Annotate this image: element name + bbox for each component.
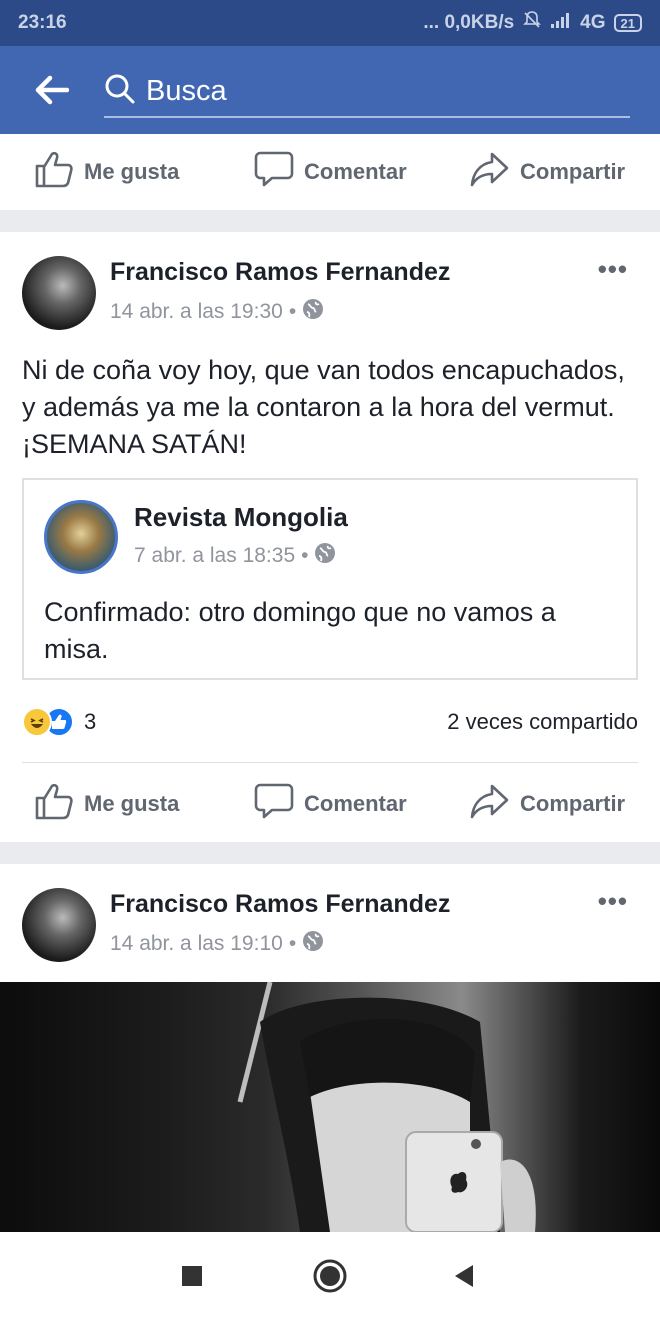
post-card: Francisco Ramos Fernandez 14 abr. a las …	[0, 864, 660, 982]
shared-post-date[interactable]: 7 abr. a las 18:35	[134, 544, 295, 568]
battery-level: 21	[620, 15, 635, 31]
globe-icon	[302, 930, 324, 958]
avatar[interactable]	[22, 888, 96, 962]
search-icon	[104, 73, 136, 110]
comment-bubble-icon	[254, 150, 294, 194]
like-label: Me gusta	[84, 791, 180, 816]
comment-bubble-icon	[254, 782, 294, 826]
thumbs-up-icon	[34, 150, 74, 194]
globe-icon	[314, 542, 336, 570]
share-button[interactable]: Compartir	[470, 150, 625, 194]
status-indicators: ... 0,0KB/s 4G 21	[423, 10, 642, 36]
shared-post-text: Confirmado: otro domingo que no vamos a …	[44, 597, 556, 664]
status-time: 23:16	[18, 12, 67, 33]
comment-button[interactable]: Comentar	[254, 782, 407, 826]
share-count[interactable]: 2 veces compartido	[447, 709, 638, 735]
recent-apps-icon[interactable]	[172, 1256, 212, 1296]
shared-post-meta: 7 abr. a las 18:35 •	[134, 542, 336, 570]
shared-post[interactable]: Revista Mongolia 7 abr. a las 18:35 • Co…	[22, 478, 638, 680]
separator-dot: •	[301, 544, 309, 567]
post-author[interactable]: Francisco Ramos Fernandez	[110, 890, 450, 919]
reaction-icons[interactable]	[22, 707, 74, 737]
post-date[interactable]: 14 abr. a las 19:10	[110, 932, 283, 956]
more-options-icon[interactable]: •••	[598, 254, 628, 285]
share-arrow-icon	[470, 782, 510, 826]
post-text: Ni de coña voy hoy, que van todos encapu…	[22, 355, 625, 459]
thumbs-up-icon	[34, 782, 74, 826]
share-button[interactable]: Compartir	[470, 782, 625, 826]
post-photo[interactable]	[0, 982, 660, 1232]
share-arrow-icon	[470, 150, 510, 194]
system-nav-bar	[0, 1232, 660, 1320]
home-icon[interactable]	[310, 1256, 350, 1296]
like-button[interactable]: Me gusta	[34, 150, 179, 194]
search-placeholder: Busca	[146, 74, 227, 107]
reaction-count[interactable]: 3	[84, 709, 96, 735]
network-type: 4G	[580, 12, 606, 33]
previous-post-actions: Me gusta Comentar Compartir	[0, 134, 660, 210]
signal-icon	[550, 11, 572, 35]
shared-post-author[interactable]: Revista Mongolia	[134, 502, 348, 533]
back-triangle-icon[interactable]	[444, 1256, 484, 1296]
network-speed: ... 0,0KB/s	[423, 12, 515, 33]
reactions-bar: 3 2 veces compartido	[22, 702, 638, 742]
separator-dot: •	[288, 932, 297, 955]
comment-button[interactable]: Comentar	[254, 150, 407, 194]
separator-dot: •	[288, 300, 297, 323]
comment-label: Comentar	[304, 159, 407, 184]
globe-icon	[302, 298, 324, 326]
status-bar: 23:16 ... 0,0KB/s 4G 21	[0, 0, 660, 46]
shared-avatar[interactable]	[44, 500, 118, 574]
post-author[interactable]: Francisco Ramos Fernandez	[110, 258, 450, 287]
share-label: Compartir	[520, 159, 626, 184]
haha-reaction-icon	[22, 707, 52, 737]
post-date[interactable]: 14 abr. a las 19:30	[110, 300, 283, 324]
battery-icon: 21	[613, 14, 642, 32]
share-label: Compartir	[520, 791, 626, 816]
mute-icon	[522, 10, 542, 36]
like-label: Me gusta	[84, 159, 180, 184]
post-meta: 14 abr. a las 19:10 •	[110, 930, 324, 958]
like-button[interactable]: Me gusta	[34, 782, 179, 826]
search-input[interactable]: Busca	[104, 66, 630, 118]
back-arrow-icon[interactable]	[28, 66, 76, 114]
divider	[22, 762, 638, 763]
avatar[interactable]	[22, 256, 96, 330]
action-row: Me gusta Comentar Compartir	[0, 134, 660, 210]
action-row: Me gusta Comentar Compartir	[0, 766, 660, 842]
comment-label: Comentar	[304, 791, 407, 816]
top-search-bar: Busca	[0, 46, 660, 134]
more-options-icon[interactable]: •••	[598, 886, 628, 917]
post-card: Francisco Ramos Fernandez 14 abr. a las …	[0, 232, 660, 842]
post-meta: 14 abr. a las 19:30 •	[110, 298, 324, 326]
